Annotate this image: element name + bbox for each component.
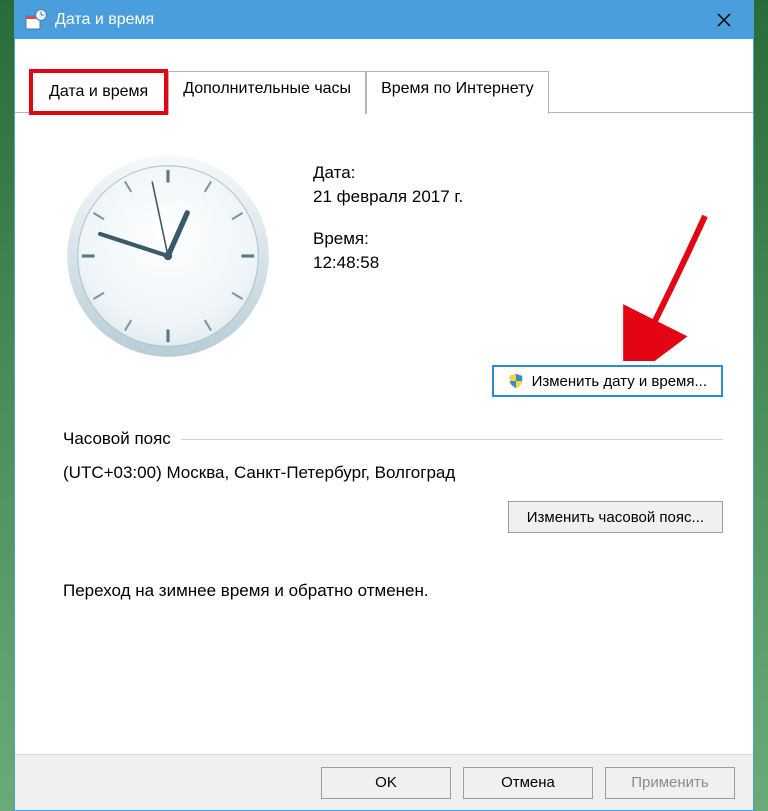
date-value: 21 февраля 2017 г. xyxy=(313,187,723,207)
tab-internet-time[interactable]: Время по Интернету xyxy=(366,71,549,114)
date-time-window: Дата и время Дата и время Дополнительные… xyxy=(14,0,754,811)
timezone-value: (UTC+03:00) Москва, Санкт-Петербург, Вол… xyxy=(63,463,723,483)
ok-button[interactable]: OK xyxy=(321,767,451,799)
analog-clock xyxy=(63,151,273,361)
close-button[interactable] xyxy=(701,4,747,36)
tab-strip: Дата и время Дополнительные часы Время п… xyxy=(15,39,753,113)
date-time-icon xyxy=(25,9,47,31)
uac-shield-icon xyxy=(508,373,524,389)
apply-button[interactable]: Применить xyxy=(605,767,735,799)
time-value: 12:48:58 xyxy=(313,253,723,273)
change-date-time-button[interactable]: Изменить дату и время... xyxy=(492,365,723,397)
cancel-button[interactable]: Отмена xyxy=(463,767,593,799)
titlebar: Дата и время xyxy=(15,1,753,39)
window-title: Дата и время xyxy=(55,11,154,29)
date-label: Дата: xyxy=(313,163,723,183)
change-timezone-button[interactable]: Изменить часовой пояс... xyxy=(508,501,723,533)
time-label: Время: xyxy=(313,229,723,249)
tab-content: Дата: 21 февраля 2017 г. Время: 12:48:58 xyxy=(15,113,753,601)
tab-date-time[interactable]: Дата и время xyxy=(29,69,168,115)
dst-note: Переход на зимнее время и обратно отмене… xyxy=(63,581,723,601)
divider xyxy=(181,439,723,440)
change-date-time-label: Изменить дату и время... xyxy=(532,373,707,390)
tab-additional-clocks[interactable]: Дополнительные часы xyxy=(168,71,366,114)
dialog-footer: OK Отмена Применить xyxy=(15,754,753,810)
timezone-header: Часовой пояс xyxy=(63,429,181,449)
